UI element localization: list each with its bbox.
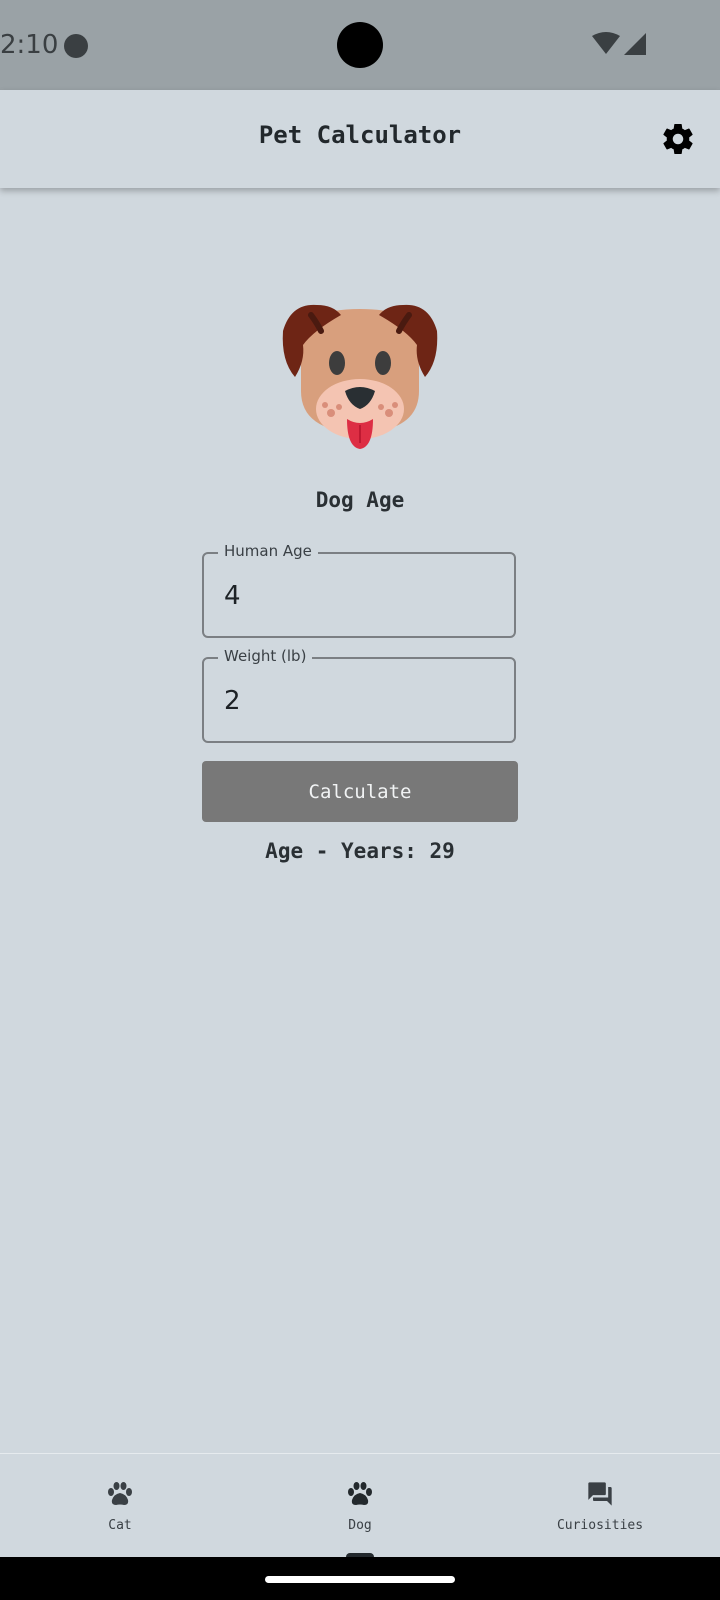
result-text: Age - Years: 29 [265, 839, 455, 863]
home-gesture-handle[interactable] [265, 1576, 455, 1583]
human-age-field: Human Age [202, 542, 516, 638]
nav-label-curiosities: Curiosities [556, 1518, 644, 1533]
weight-input[interactable] [224, 681, 494, 721]
bottom-nav: Cat Dog Curiosities [0, 1453, 720, 1558]
nav-item-dog[interactable]: Dog [240, 1454, 480, 1558]
nav-label-dog: Dog [348, 1518, 372, 1533]
paw-icon [348, 1482, 372, 1505]
paw-icon [108, 1482, 132, 1505]
chat-icon [588, 1482, 612, 1506]
section-title: Dog Age [315, 488, 405, 512]
app-bar: Pet Calculator [0, 90, 720, 188]
page-title: Pet Calculator [258, 121, 462, 149]
main-content: Dog Age Human Age Weight (lb) Calculate … [0, 188, 720, 1453]
weight-label: Weight (lb) [218, 647, 313, 665]
nav-item-curiosities[interactable]: Curiosities [480, 1454, 720, 1558]
settings-button[interactable] [656, 117, 700, 161]
nav-item-cat[interactable]: Cat [0, 1454, 240, 1558]
gear-icon [663, 124, 693, 154]
status-bar: 2:10 [0, 0, 720, 90]
human-age-input[interactable] [224, 576, 494, 616]
signal-icon [624, 33, 646, 55]
nav-label-cat: Cat [108, 1518, 132, 1533]
camera-cutout [337, 22, 383, 68]
weight-field: Weight (lb) [202, 647, 516, 743]
status-time: 2:10 [0, 30, 59, 60]
dog-face-icon [282, 304, 438, 449]
wifi-icon [592, 32, 620, 54]
notification-dot-icon [64, 34, 88, 58]
human-age-label: Human Age [218, 542, 318, 560]
calculate-button[interactable]: Calculate [202, 761, 518, 822]
screen: 2:10 Pet Calculator Dog Age Human Age 4 … [0, 0, 720, 1600]
